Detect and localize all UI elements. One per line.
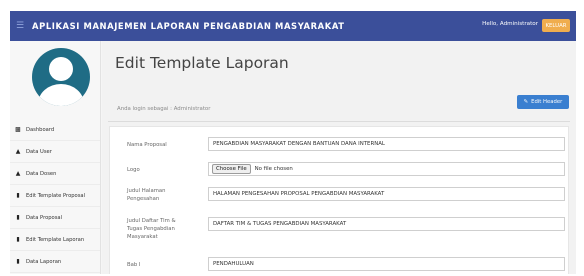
avatar <box>32 48 90 106</box>
book-icon: ▮ <box>16 192 20 199</box>
sidebar-item-edit-template-proposal[interactable]: ▮ Edit Template Proposal <box>10 185 100 207</box>
sidebar-item-data-user[interactable]: ▲ Data User <box>10 141 100 163</box>
sidebar: ▩ Dashboard ▲ Data User ▲ Data Dosen ▮ E… <box>10 41 101 274</box>
judul-daftar-input[interactable]: DAFTAR TIM & TUGAS PENGABDIAN MASYARAKAT <box>208 217 565 231</box>
edit-header-label: Edit Header <box>531 99 563 105</box>
sidebar-item-label: Data Laporan <box>26 258 62 265</box>
nama-proposal-label: Nama Proposal <box>127 142 167 148</box>
template-form: Nama Proposal PENGABDIAN MASYARAKAT DENG… <box>109 126 569 274</box>
bab1-input[interactable]: PENDAHULUAN <box>208 257 565 271</box>
pencil-icon: ✎ <box>523 99 529 105</box>
user-icon: ▲ <box>15 148 21 155</box>
top-navbar: ☰ APLIKASI MANAJEMEN LAPORAN PENGABDIAN … <box>10 11 576 41</box>
file-status: No file chosen <box>254 166 293 172</box>
main-content: Edit Template Laporan Anda login sebagai… <box>102 41 576 274</box>
divider <box>108 121 570 122</box>
choose-file-button[interactable]: Choose File <box>212 164 251 174</box>
user-greeting: Hello, Administrator <box>482 21 538 27</box>
book-icon: ▮ <box>16 214 20 221</box>
nama-proposal-input[interactable]: PENGABDIAN MASYARAKAT DENGAN BANTUAN DAN… <box>208 137 565 151</box>
page-title: Edit Template Laporan <box>115 54 289 72</box>
logout-button[interactable]: KELUAR <box>542 19 570 32</box>
sidebar-item-edit-template-laporan[interactable]: ▮ Edit Template Laporan <box>10 229 100 251</box>
judul-halaman-input[interactable]: HALAMAN PENGESAHAN PROPOSAL PENGABDIAN M… <box>208 187 565 201</box>
app-window: ☰ APLIKASI MANAJEMEN LAPORAN PENGABDIAN … <box>10 11 576 274</box>
menu-icon[interactable]: ☰ <box>16 21 26 31</box>
app-title[interactable]: APLIKASI MANAJEMEN LAPORAN PENGABDIAN MA… <box>32 21 345 31</box>
sidebar-item-label: Data Dosen <box>26 170 57 177</box>
user-icon: ▲ <box>15 170 21 177</box>
avatar-body <box>38 84 84 106</box>
judul-daftar-label: Judul Daftar Tim & Tugas Pengabdian Masy… <box>127 218 176 240</box>
dashboard-icon: ▩ <box>15 126 21 133</box>
logo-label: Logo <box>127 167 140 173</box>
sidebar-menu: ▩ Dashboard ▲ Data User ▲ Data Dosen ▮ E… <box>10 119 100 273</box>
sidebar-item-label: Edit Template Laporan <box>26 236 85 243</box>
login-info: Anda login sebagai : Administrator <box>117 106 211 112</box>
edit-header-button[interactable]: ✎ Edit Header <box>517 95 569 109</box>
avatar-head <box>49 57 73 81</box>
sidebar-item-data-laporan[interactable]: ▮ Data Laporan <box>10 251 100 273</box>
sidebar-item-label: Data Proposal <box>26 214 63 221</box>
sidebar-item-data-proposal[interactable]: ▮ Data Proposal <box>10 207 100 229</box>
sidebar-item-label: Dashboard <box>26 126 55 133</box>
sidebar-item-dashboard[interactable]: ▩ Dashboard <box>10 119 100 141</box>
sidebar-item-data-dosen[interactable]: ▲ Data Dosen <box>10 163 100 185</box>
book-icon: ▮ <box>16 258 20 265</box>
sidebar-item-label: Edit Template Proposal <box>26 192 86 199</box>
sidebar-item-label: Data User <box>26 148 52 155</box>
judul-halaman-label: Judul Halaman Pengesahan <box>127 188 166 202</box>
logo-file-input[interactable]: Choose File No file chosen <box>208 162 565 176</box>
bab1-label: Bab I <box>127 262 141 268</box>
book-icon: ▮ <box>16 236 20 243</box>
